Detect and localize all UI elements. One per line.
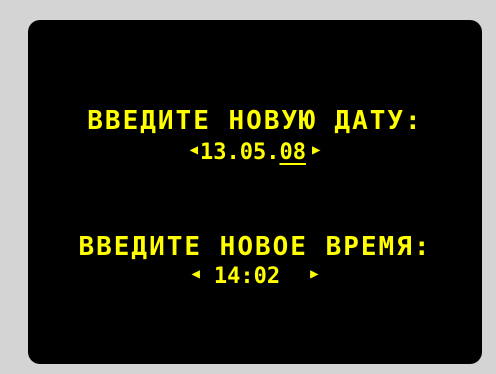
arrow-left-icon[interactable]: ◀ xyxy=(190,142,198,158)
date-prompt: ВВЕДИТЕ НОВУЮ ДАТУ: xyxy=(87,106,423,136)
display-screen: ВВЕДИТЕ НОВУЮ ДАТУ: ◀13.05.08 ▶ ВВЕДИТЕ Н… xyxy=(28,20,482,364)
device-bezel: ВВЕДИТЕ НОВУЮ ДАТУ: ◀13.05.08 ▶ ВВЕДИТЕ Н… xyxy=(0,0,496,374)
arrow-right-icon[interactable]: ▶ xyxy=(310,266,318,282)
date-value-cursor[interactable]: 08 xyxy=(279,140,306,165)
date-entry[interactable]: ◀13.05.08 ▶ xyxy=(28,140,482,165)
arrow-right-icon[interactable]: ▶ xyxy=(312,142,320,158)
time-prompt: ВВЕДИТЕ НОВОЕ ВРЕМЯ: xyxy=(78,232,432,262)
time-entry[interactable]: ◀ 14:02 ▶ xyxy=(28,264,482,289)
time-value[interactable]: 14:02 xyxy=(214,264,280,289)
date-value-prefix: 13.05. xyxy=(200,140,280,165)
arrow-left-icon[interactable]: ◀ xyxy=(191,266,199,282)
